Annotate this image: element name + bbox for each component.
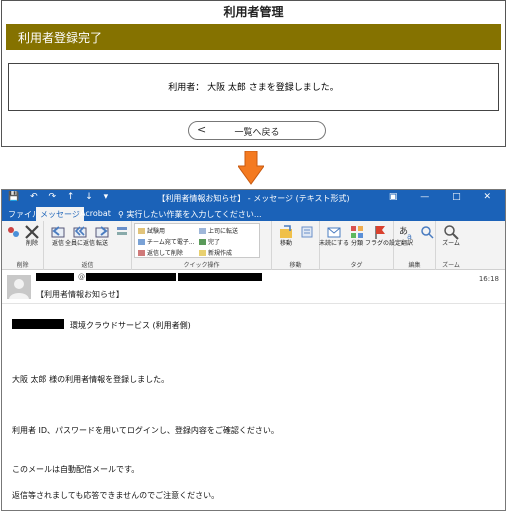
quick-step-3[interactable]: 返信して削除 bbox=[138, 248, 183, 257]
ribbon-tabs: ファイル メッセージ Acrobat ⚲ 実行したい作業を入力してください... bbox=[2, 207, 505, 221]
lightbulb-icon: ⚲ bbox=[118, 210, 124, 219]
group-zoom: ズーム ズーム bbox=[436, 221, 466, 270]
ribbon: 削除 削除 返信 全員に返信 転送 返信 試験用 チーム宛て電子... 返信して… bbox=[2, 221, 505, 270]
envelope-icon bbox=[327, 227, 341, 238]
group-quick-steps: 試験用 チーム宛て電子... 返信して削除 上司に転送 完了 新規作成 クイック… bbox=[132, 221, 272, 270]
title-bar: 💾 ↶ ↷ ↑ ↓ ▾ 【利用者情報お知らせ】 - メッセージ (テキスト形式)… bbox=[2, 190, 505, 207]
group-delete-label: 削除 bbox=[16, 262, 29, 269]
outlook-message-window: 💾 ↶ ↷ ↑ ↓ ▾ 【利用者情報お知らせ】 - メッセージ (テキスト形式)… bbox=[1, 189, 506, 511]
redacted-sender-name bbox=[36, 273, 74, 281]
forward-label: 転送 bbox=[95, 240, 108, 247]
group-move: 移動 移動 bbox=[272, 221, 320, 270]
tab-acrobat[interactable]: Acrobat bbox=[80, 209, 111, 218]
tell-me-text: 実行したい作業を入力してください... bbox=[126, 210, 262, 219]
tell-me-box[interactable]: ⚲ 実行したい作業を入力してください... bbox=[118, 209, 262, 220]
avatar bbox=[7, 275, 31, 299]
redacted-recipient bbox=[178, 273, 262, 281]
zoom-button[interactable]: ズーム bbox=[440, 224, 462, 247]
more-icon bbox=[117, 227, 127, 235]
categorize-icon bbox=[351, 226, 363, 238]
translate-label: 翻訳 bbox=[400, 240, 413, 247]
status-banner: 利用者登録完了 bbox=[6, 24, 501, 50]
translate-button[interactable]: あa 翻訳 bbox=[396, 224, 418, 247]
group-editing-label: 編集 bbox=[408, 262, 421, 269]
more-respond-button[interactable] bbox=[111, 224, 133, 240]
quick-steps-gallery: 試験用 チーム宛て電子... 返信して削除 上司に転送 完了 新規作成 bbox=[134, 223, 260, 258]
reply-icon bbox=[51, 226, 65, 238]
find-button[interactable] bbox=[416, 224, 438, 240]
move-label: 移動 bbox=[279, 240, 292, 247]
group-respond: 返信 全員に返信 転送 返信 bbox=[44, 221, 132, 270]
forward-button[interactable]: 転送 bbox=[91, 224, 113, 247]
group-delete: 削除 削除 bbox=[2, 221, 44, 270]
message-time: 16:18 bbox=[478, 275, 499, 283]
move-icon bbox=[280, 225, 292, 238]
body-line-registered: 大阪 太郎 様の利用者情報を登録しました。 bbox=[12, 375, 170, 384]
move-button[interactable]: 移動 bbox=[275, 224, 297, 247]
delete-button[interactable]: 削除 bbox=[21, 224, 43, 247]
group-quick-steps-label: クイック操作 bbox=[183, 262, 220, 269]
translate-icon: あa bbox=[399, 226, 412, 240]
page-title: 利用者管理 bbox=[223, 5, 284, 19]
registration-message: 利用者： 大阪 太郎 さまを登録しました。 bbox=[168, 83, 339, 93]
group-editing: あa 翻訳 編集 bbox=[394, 221, 436, 270]
delete-icon bbox=[25, 225, 39, 239]
body-line-auto: このメールは自動配信メールです。 bbox=[12, 465, 140, 474]
svg-text:a: a bbox=[407, 232, 412, 240]
follow-up-label: フラグの設定 bbox=[365, 240, 402, 247]
rules-icon bbox=[301, 226, 313, 238]
registration-complete-page: 利用者管理 利用者登録完了 利用者： 大阪 太郎 さまを登録しました。 < 一覧… bbox=[1, 0, 506, 147]
redacted-sender-address bbox=[86, 273, 176, 281]
group-move-label: 移動 bbox=[289, 262, 302, 269]
follow-up-button[interactable]: フラグの設定 bbox=[365, 224, 401, 247]
group-tags: 未読にする 分類 フラグの設定 タグ bbox=[319, 221, 401, 270]
tab-message[interactable]: メッセージ bbox=[36, 207, 84, 221]
group-respond-label: 返信 bbox=[81, 262, 94, 269]
window-controls[interactable]: ▣ — □ ✕ bbox=[389, 192, 501, 202]
status-banner-text: 利用者登録完了 bbox=[18, 31, 103, 45]
message-subject: 【利用者情報お知らせ】 bbox=[36, 290, 124, 299]
quick-step-2[interactable]: チーム宛て電子... bbox=[138, 237, 195, 246]
zoom-label: ズーム bbox=[442, 240, 460, 247]
message-header: @ 【利用者情報お知らせ】 16:18 bbox=[2, 270, 505, 304]
find-icon bbox=[421, 226, 434, 239]
forward-icon bbox=[95, 226, 109, 238]
quick-step-6[interactable]: 新規作成 bbox=[199, 248, 232, 257]
reply-all-icon bbox=[73, 226, 87, 238]
ignore-icon bbox=[8, 227, 19, 237]
group-tags-label: タグ bbox=[350, 262, 363, 269]
zoom-icon bbox=[444, 225, 459, 240]
down-arrow-icon bbox=[238, 151, 264, 185]
back-to-list-label: 一覧へ戻る bbox=[234, 128, 280, 138]
message-box: 利用者： 大阪 太郎 さまを登録しました。 bbox=[8, 63, 499, 111]
body-line-service: 環境クラウドサービス (利用者側) bbox=[70, 321, 191, 330]
flag-icon bbox=[375, 226, 385, 239]
redacted-company-name bbox=[12, 319, 64, 329]
quick-step-1[interactable]: 試験用 bbox=[138, 226, 165, 235]
body-line-noreply: 返信等されましても応答できませんのでご注意ください。 bbox=[12, 491, 220, 500]
sender-at-sign: @ bbox=[78, 273, 85, 281]
body-line-login: 利用者 ID、パスワードを用いてログインし、登録内容をご確認ください。 bbox=[12, 426, 279, 435]
quick-step-5[interactable]: 完了 bbox=[199, 237, 220, 246]
group-zoom-label: ズーム bbox=[442, 262, 460, 269]
quick-step-4[interactable]: 上司に転送 bbox=[199, 226, 238, 235]
rules-button[interactable] bbox=[296, 224, 318, 240]
back-to-list-button[interactable]: < 一覧へ戻る bbox=[188, 121, 326, 140]
